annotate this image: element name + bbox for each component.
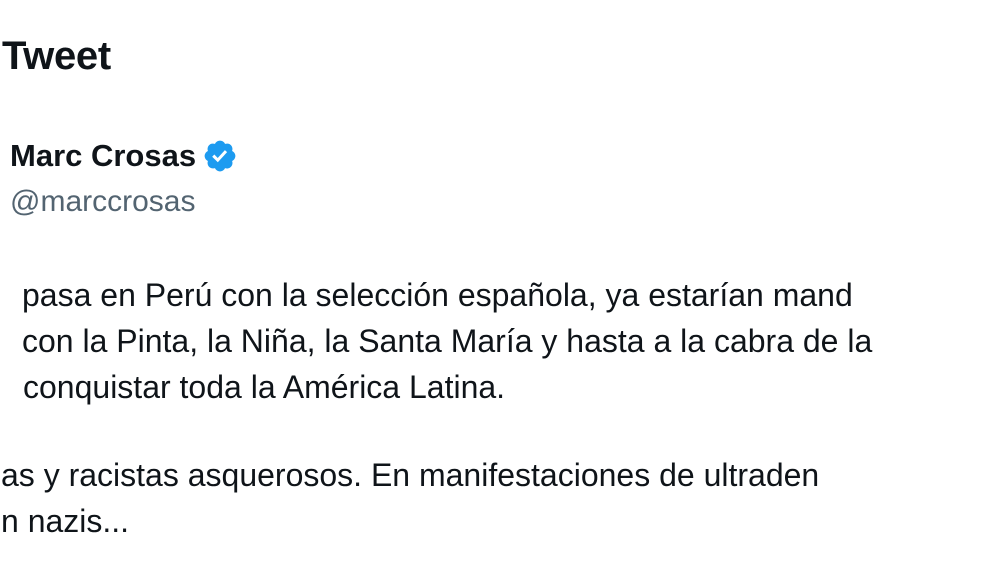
page-title: Tweet (2, 34, 111, 78)
author-info: Marc Crosas (10, 135, 238, 177)
tweet-line: conquistar toda la América Latina. (23, 369, 506, 405)
author-handle[interactable]: @marccrosas (10, 181, 195, 223)
tweet-line: pasa en Perú con la selección española, … (22, 277, 853, 313)
tweet-line: con la Pinta, la Niña, la Santa María y … (22, 323, 873, 359)
tweet-line: as y racistas asquerosos. En manifestaci… (1, 457, 820, 493)
tweet-text: pasa en Perú con la selección española, … (0, 272, 1000, 544)
tweet-line: n nazis... (1, 503, 130, 539)
author-name[interactable]: Marc Crosas (10, 135, 196, 177)
verified-badge-icon (204, 140, 236, 172)
